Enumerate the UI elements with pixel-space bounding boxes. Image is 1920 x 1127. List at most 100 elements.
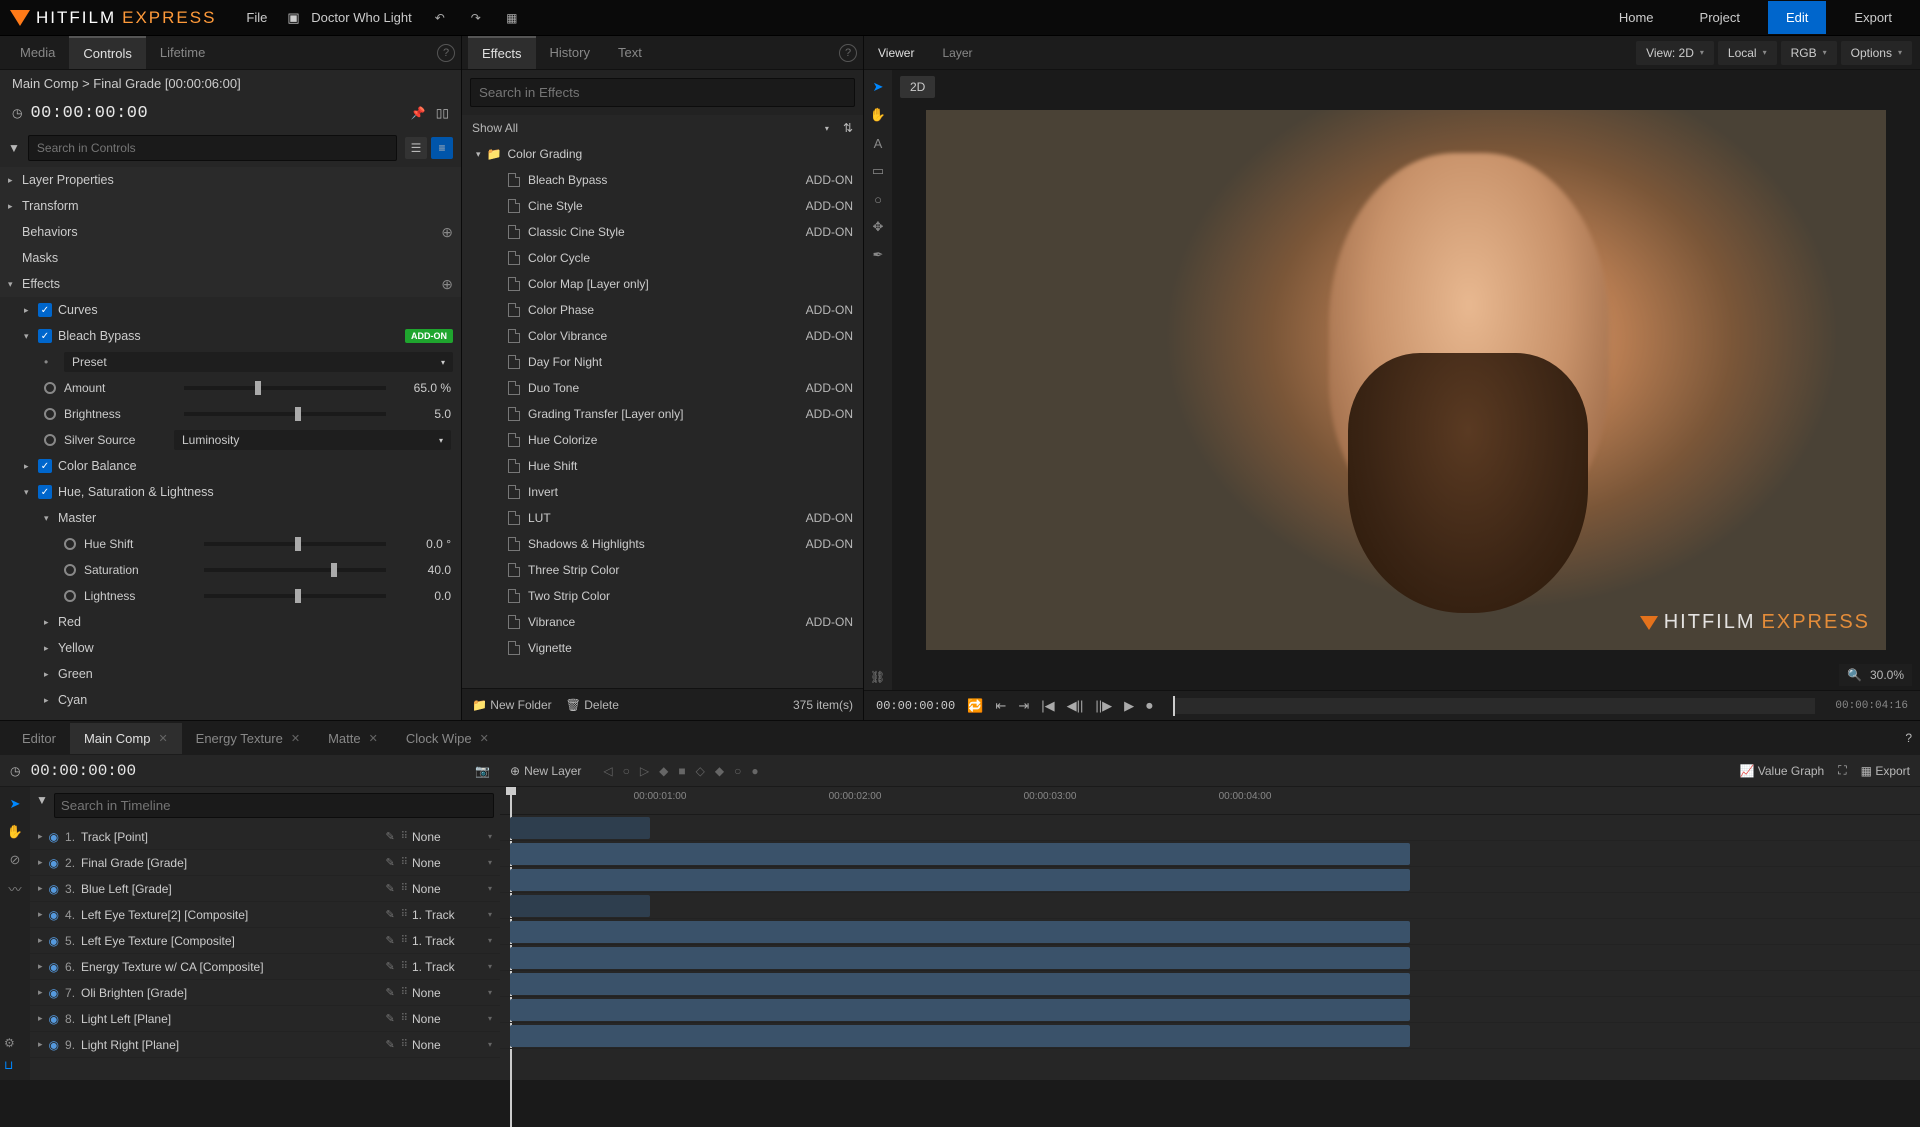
track-name[interactable]: Final Grade [Grade]: [81, 856, 379, 870]
panel-layout-icon[interactable]: ▯▯: [436, 106, 449, 120]
file-menu[interactable]: File: [246, 10, 267, 25]
tab-text[interactable]: Text: [604, 37, 656, 68]
add-effect-icon[interactable]: ⊕: [441, 276, 453, 293]
timeline-tab[interactable]: Clock Wipe✕: [392, 723, 503, 754]
track-row[interactable]: ▸ ◉ 8. Light Left [Plane] ✎ ⠿ None ▾: [30, 1006, 500, 1032]
blend-mode-dropdown[interactable]: 1. Track: [412, 934, 482, 948]
track-row[interactable]: ▸ ◉ 9. Light Right [Plane] ✎ ⠿ None ▾: [30, 1032, 500, 1058]
effect-item[interactable]: Color Phase: [528, 303, 806, 317]
zoom-icon[interactable]: 🔍: [1847, 668, 1862, 682]
saturation-value[interactable]: 40.0: [396, 563, 451, 577]
controls-search-input[interactable]: [28, 135, 397, 161]
effect-item[interactable]: Vibrance: [528, 615, 806, 629]
hsl-color-green[interactable]: Green: [58, 667, 453, 681]
nav-home[interactable]: Home: [1601, 1, 1672, 34]
brightness-value[interactable]: 5.0: [396, 407, 451, 421]
grip-icon[interactable]: ⠿: [401, 831, 406, 842]
track-name[interactable]: Left Eye Texture[2] [Composite]: [81, 908, 379, 922]
section-transform[interactable]: Transform: [22, 199, 453, 213]
track-row[interactable]: ▸ ◉ 1. Track [Point] ✎ ⠿ None ▾: [30, 824, 500, 850]
close-icon[interactable]: ✕: [369, 732, 378, 745]
blend-mode-dropdown[interactable]: None: [412, 986, 482, 1000]
effect-curves[interactable]: Curves: [58, 303, 453, 317]
timeline-tab[interactable]: Editor: [8, 723, 70, 754]
next-keyframe-icon[interactable]: ▷: [640, 764, 649, 778]
checkbox-icon[interactable]: ✓: [38, 303, 52, 317]
pen-tool-icon[interactable]: ✒: [869, 246, 887, 264]
amount-slider[interactable]: [184, 386, 386, 390]
track-name[interactable]: Track [Point]: [81, 830, 379, 844]
track-row[interactable]: ▸ ◉ 5. Left Eye Texture [Composite] ✎ ⠿ …: [30, 928, 500, 954]
square-icon[interactable]: ■: [678, 764, 685, 778]
timeline-clip[interactable]: [510, 895, 650, 917]
silver-source-dropdown[interactable]: Luminosity▾: [174, 430, 451, 450]
effect-item[interactable]: Grading Transfer [Layer only]: [528, 407, 806, 421]
timeline-clip[interactable]: [510, 973, 1410, 995]
track-name[interactable]: Light Left [Plane]: [81, 1012, 379, 1026]
ellipse-tool-icon[interactable]: ○: [869, 190, 887, 208]
amount-value[interactable]: 65.0 %: [396, 381, 451, 395]
effect-item[interactable]: Classic Cine Style: [528, 225, 806, 239]
timeline-clip[interactable]: [510, 947, 1410, 969]
redo-icon[interactable]: ↷: [468, 10, 484, 26]
zoom-value[interactable]: 30.0%: [1870, 668, 1904, 682]
track-name[interactable]: Blue Left [Grade]: [81, 882, 379, 896]
tab-effects[interactable]: Effects: [468, 36, 536, 69]
hand-tool-icon[interactable]: ✋: [869, 106, 887, 124]
slice-tool-icon[interactable]: ⊘: [6, 851, 24, 869]
play-icon[interactable]: ▶: [1124, 698, 1134, 714]
sort-icon[interactable]: ⇅: [843, 121, 853, 135]
close-icon[interactable]: ✕: [291, 732, 300, 745]
timeline-timecode[interactable]: 00:00:00:00: [30, 762, 136, 780]
add-behavior-icon[interactable]: ⊕: [441, 224, 453, 241]
rgb-dropdown[interactable]: RGB▾: [1781, 41, 1837, 65]
filter-icon[interactable]: ▼: [36, 793, 48, 818]
magnet-icon[interactable]: ⊔: [4, 1058, 15, 1072]
help-icon[interactable]: ?: [437, 44, 455, 62]
blend-mode-dropdown[interactable]: None: [412, 830, 482, 844]
hue-shift-value[interactable]: 0.0 °: [396, 537, 451, 551]
effect-hsl[interactable]: Hue, Saturation & Lightness: [58, 485, 453, 499]
saturation-slider[interactable]: [204, 568, 386, 572]
grip-icon[interactable]: ⠿: [401, 961, 406, 972]
viewer-canvas[interactable]: HITFILM EXPRESS: [926, 110, 1886, 650]
grip-icon[interactable]: ⠿: [401, 857, 406, 868]
diamond-icon[interactable]: ◆: [659, 764, 668, 778]
keyframe-icon[interactable]: [44, 382, 56, 394]
track-row[interactable]: ▸ ◉ 2. Final Grade [Grade] ✎ ⠿ None ▾: [30, 850, 500, 876]
visibility-icon[interactable]: ◉: [49, 1012, 59, 1026]
timeline-tab[interactable]: Matte✕: [314, 723, 392, 754]
lightness-slider[interactable]: [204, 594, 386, 598]
timeline-clip[interactable]: [510, 921, 1410, 943]
help-icon[interactable]: ?: [1905, 731, 1912, 745]
keyframe-icon[interactable]: ○: [623, 764, 630, 778]
circle-icon[interactable]: ○: [734, 764, 741, 778]
rate-tool-icon[interactable]: 〰: [6, 879, 24, 897]
timeline-export-button[interactable]: ▦ Export: [1861, 764, 1910, 778]
visibility-icon[interactable]: ◉: [49, 1038, 59, 1052]
edit-icon[interactable]: ✎: [385, 1038, 394, 1051]
filter-icon[interactable]: ▼: [8, 141, 20, 155]
undo-icon[interactable]: ↶: [432, 10, 448, 26]
hsl-color-yellow[interactable]: Yellow: [58, 641, 453, 655]
controls-timecode[interactable]: 00:00:00:00: [30, 104, 148, 123]
effects-search-input[interactable]: [470, 78, 855, 107]
prev-frame-icon[interactable]: ◀||: [1067, 698, 1084, 714]
effect-item[interactable]: Three Strip Color: [528, 563, 853, 577]
track-name[interactable]: Light Right [Plane]: [81, 1038, 379, 1052]
record-icon[interactable]: ⏺: [1146, 698, 1153, 714]
view-2d-badge[interactable]: 2D: [900, 76, 935, 98]
edit-icon[interactable]: ✎: [385, 934, 394, 947]
text-tool-icon[interactable]: A: [869, 134, 887, 152]
visibility-icon[interactable]: ◉: [49, 986, 59, 1000]
timeline-search-input[interactable]: [54, 793, 494, 818]
go-start-icon[interactable]: |◀: [1041, 698, 1054, 714]
new-layer-button[interactable]: ⊕ New Layer: [510, 764, 581, 778]
category-color-grading[interactable]: Color Grading: [507, 147, 853, 161]
checkbox-icon[interactable]: ✓: [38, 459, 52, 473]
next-frame-icon[interactable]: ||▶: [1095, 698, 1112, 714]
snapshot-icon[interactable]: 📷: [475, 764, 490, 778]
gear-icon[interactable]: ⚙: [4, 1036, 15, 1050]
show-all-dropdown[interactable]: Show All: [472, 121, 518, 135]
blend-mode-dropdown[interactable]: None: [412, 856, 482, 870]
